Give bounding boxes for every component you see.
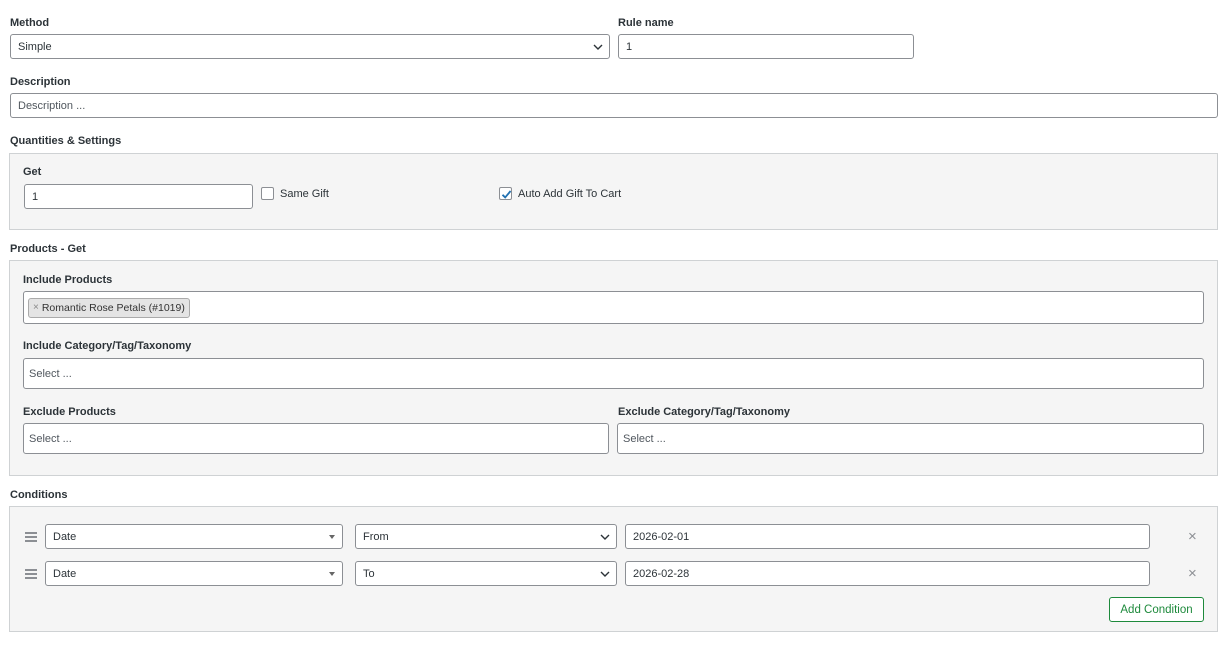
include-category-placeholder: Select ... xyxy=(29,367,72,380)
exclude-products-select[interactable]: Select ... xyxy=(23,423,609,454)
drag-handle-icon[interactable] xyxy=(25,569,37,581)
condition-value-text: 2026-02-28 xyxy=(633,567,690,580)
exclude-products-label: Exclude Products xyxy=(23,406,116,418)
same-gift-checkbox[interactable] xyxy=(261,187,274,200)
auto-add-gift-checkbox[interactable] xyxy=(499,187,512,200)
condition-type-select[interactable]: Date xyxy=(45,524,343,549)
include-products-label: Include Products xyxy=(23,274,113,286)
conditions-section-label: Conditions xyxy=(10,489,68,501)
include-products-select[interactable]: × Romantic Rose Petals (#1019) xyxy=(23,291,1204,324)
include-category-select[interactable]: Select ... xyxy=(23,358,1204,389)
rule-name-label: Rule name xyxy=(618,17,674,29)
get-quantity-input[interactable]: 1 xyxy=(24,184,253,209)
condition-type-value: Date xyxy=(53,567,77,580)
rule-name-value: 1 xyxy=(626,40,633,53)
rule-name-input[interactable]: 1 xyxy=(618,34,914,59)
chevron-down-icon xyxy=(600,571,610,577)
exclude-products-placeholder: Select ... xyxy=(29,432,72,445)
product-tag-label: Romantic Rose Petals (#1019) xyxy=(41,301,185,314)
chevron-down-icon xyxy=(329,571,335,576)
close-icon[interactable]: × xyxy=(1188,566,1197,581)
get-quantity-value: 1 xyxy=(32,190,39,203)
chevron-down-icon xyxy=(593,44,603,50)
method-select[interactable]: Simple xyxy=(10,34,610,59)
condition-type-select[interactable]: Date xyxy=(45,561,343,586)
tag-remove-icon[interactable]: × xyxy=(33,302,39,313)
condition-value-text: 2026-02-01 xyxy=(633,530,690,543)
method-label: Method xyxy=(10,17,50,29)
chevron-down-icon xyxy=(600,534,610,540)
condition-value-input[interactable]: 2026-02-28 xyxy=(625,561,1150,586)
condition-value-input[interactable]: 2026-02-01 xyxy=(625,524,1150,549)
exclude-category-placeholder: Select ... xyxy=(623,432,666,445)
condition-type-value: Date xyxy=(53,530,77,543)
drag-handle-icon[interactable] xyxy=(25,532,37,544)
condition-operator-select[interactable]: To xyxy=(355,561,617,586)
same-gift-label: Same Gift xyxy=(280,188,329,200)
condition-operator-value: To xyxy=(363,567,375,580)
exclude-category-select[interactable]: Select ... xyxy=(617,423,1204,454)
quantities-section-label: Quantities & Settings xyxy=(10,135,122,147)
chevron-down-icon xyxy=(329,534,335,539)
get-label: Get xyxy=(23,166,42,178)
description-placeholder: Description ... xyxy=(18,99,86,112)
close-icon[interactable]: × xyxy=(1188,529,1197,544)
condition-operator-select[interactable]: From xyxy=(355,524,617,549)
method-select-value: Simple xyxy=(18,40,52,53)
add-condition-button[interactable]: Add Condition xyxy=(1109,597,1204,622)
condition-operator-value: From xyxy=(363,530,389,543)
products-get-section-label: Products - Get xyxy=(10,243,86,255)
product-tag: × Romantic Rose Petals (#1019) xyxy=(28,297,190,318)
exclude-category-label: Exclude Category/Tag/Taxonomy xyxy=(618,406,790,418)
checkmark-icon xyxy=(501,190,512,199)
description-label: Description xyxy=(10,76,71,88)
include-category-label: Include Category/Tag/Taxonomy xyxy=(23,340,192,352)
auto-add-gift-label: Auto Add Gift To Cart xyxy=(518,188,622,200)
description-input[interactable]: Description ... xyxy=(10,93,1218,118)
